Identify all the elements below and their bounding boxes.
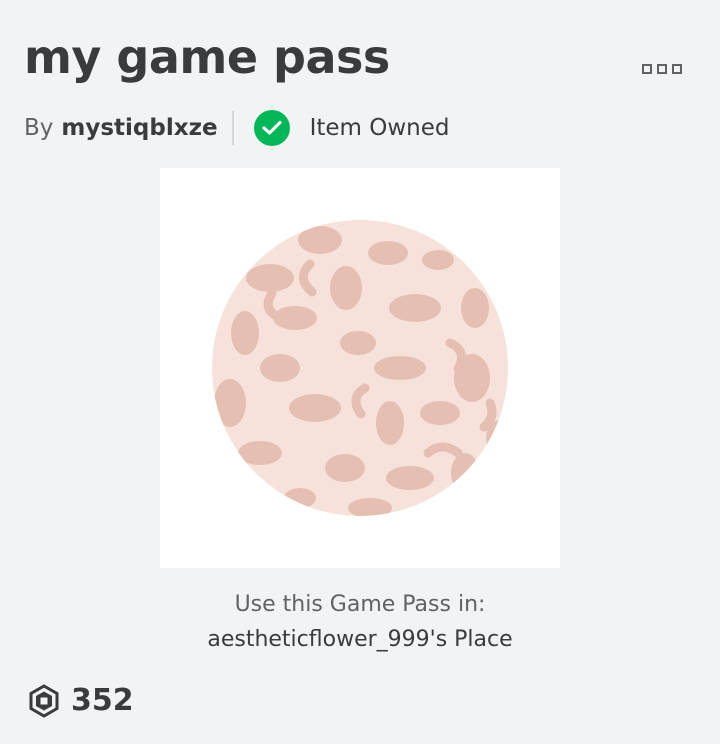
checkmark-icon (253, 110, 290, 146)
ownership-status: Item Owned (309, 115, 450, 141)
item-meta: By mystiqblxze Item Owned (24, 110, 449, 146)
more-options-button[interactable] (642, 64, 682, 74)
more-options-icon (672, 64, 682, 74)
creator-link[interactable]: mystiqblxze (61, 115, 217, 141)
price: 352 (28, 683, 134, 718)
page-title: my game pass (24, 30, 390, 84)
price-value: 352 (71, 683, 134, 718)
robux-icon (29, 683, 59, 718)
more-options-icon (642, 64, 652, 74)
game-pass-thumbnail (160, 168, 560, 568)
by-label: By (24, 115, 54, 141)
place-link[interactable]: aestheticflower_999's Place (0, 627, 720, 652)
usage-label: Use this Game Pass in: (234, 592, 486, 617)
more-options-icon (657, 64, 667, 74)
divider (231, 111, 234, 145)
